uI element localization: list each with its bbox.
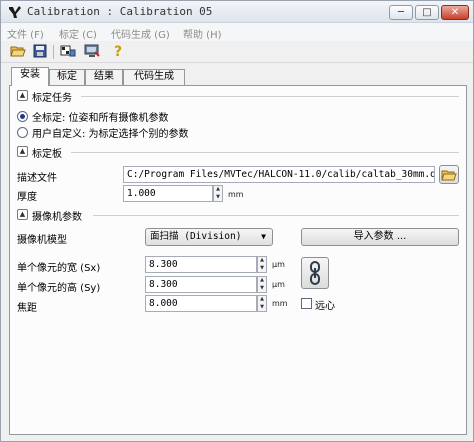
- thickness-unit: mm: [228, 190, 244, 199]
- task-collapse-icon[interactable]: ▲: [17, 90, 28, 101]
- camera-model-label: 摄像机模型: [17, 235, 67, 246]
- section-divider: [93, 215, 459, 216]
- window-title: Calibration : Calibration 05: [27, 5, 213, 18]
- task-section-title: 标定任务: [32, 93, 72, 104]
- close-button[interactable]: ✕: [441, 5, 469, 20]
- telecentric-label[interactable]: 远心: [315, 297, 335, 312]
- camera-model-dropdown[interactable]: 面扫描 (Division) ▼: [145, 228, 273, 246]
- tab-results[interactable]: 结果: [85, 69, 123, 85]
- user-defined-label[interactable]: 用户自定义: 为标定选择个别的参数: [32, 125, 189, 140]
- camera-section-title: 摄像机参数: [32, 212, 82, 223]
- import-parameters-button[interactable]: 导入参数 ...: [301, 228, 459, 246]
- focal-length-label: 焦距: [17, 303, 37, 314]
- calibrate-icon[interactable]: [59, 44, 77, 60]
- tab-calibration[interactable]: 标定: [49, 69, 85, 85]
- sy-field[interactable]: 8.300: [145, 276, 257, 293]
- chain-link-icon: [310, 261, 320, 285]
- menu-file[interactable]: 文件 (F): [7, 26, 44, 41]
- menu-bar: 文件 (F) 标定 (C) 代码生成 (G) 帮助 (H): [1, 23, 473, 41]
- description-file-field[interactable]: C:/Program Files/MVTec/HALCON-11.0/calib…: [123, 166, 435, 183]
- full-calibration-radio[interactable]: [17, 111, 28, 122]
- halcon-icon: [7, 4, 23, 20]
- open-folder-icon[interactable]: [9, 44, 27, 60]
- focal-length-spinner[interactable]: ▲ ▼: [257, 295, 267, 312]
- link-pixel-size-button[interactable]: [301, 257, 329, 289]
- maximize-button[interactable]: □: [415, 5, 439, 20]
- thickness-field[interactable]: 1.000: [123, 185, 213, 202]
- menu-code-generation[interactable]: 代码生成 (G): [111, 26, 170, 41]
- thickness-spinner[interactable]: ▲ ▼: [213, 185, 223, 202]
- spin-down-icon[interactable]: ▼: [258, 265, 266, 272]
- browse-folder-icon[interactable]: [439, 165, 459, 184]
- description-file-label: 描述文件: [17, 173, 57, 184]
- section-divider: [81, 96, 459, 97]
- calibration-window: Calibration : Calibration 05 ─ □ ✕ 文件 (F…: [0, 0, 474, 442]
- sy-spinner[interactable]: ▲ ▼: [257, 276, 267, 293]
- chevron-down-icon: ▼: [261, 232, 266, 241]
- full-calibration-label[interactable]: 全标定: 位姿和所有摄像机参数: [32, 109, 169, 124]
- spin-down-icon[interactable]: ▼: [258, 304, 266, 311]
- focal-length-unit: mm: [272, 299, 288, 308]
- camera-model-value: 面扫描 (Division): [150, 231, 242, 242]
- sx-spinner[interactable]: ▲ ▼: [257, 256, 267, 273]
- spin-down-icon[interactable]: ▼: [258, 285, 266, 292]
- sx-unit: μm: [272, 260, 285, 269]
- telecentric-checkbox[interactable]: [301, 298, 312, 309]
- tab-code-generation[interactable]: 代码生成: [123, 69, 185, 85]
- tab-setup[interactable]: 安装: [11, 67, 49, 86]
- sx-field[interactable]: 8.300: [145, 256, 257, 273]
- help-icon[interactable]: ?: [109, 44, 127, 60]
- sy-unit: μm: [272, 280, 285, 289]
- sy-label: 单个像元的高 (Sy): [17, 283, 101, 294]
- plate-section-title: 标定板: [32, 149, 62, 160]
- minimize-button[interactable]: ─: [389, 5, 413, 20]
- user-defined-radio[interactable]: [17, 127, 28, 138]
- spin-down-icon[interactable]: ▼: [214, 194, 222, 201]
- spin-up-icon[interactable]: ▲: [214, 186, 222, 193]
- spin-up-icon[interactable]: ▲: [258, 257, 266, 264]
- save-icon[interactable]: [31, 44, 49, 60]
- thickness-label: 厚度: [17, 192, 37, 203]
- sx-label: 单个像元的宽 (Sx): [17, 263, 101, 274]
- focal-length-field[interactable]: 8.000: [145, 295, 257, 312]
- display-icon[interactable]: [83, 44, 101, 60]
- menu-calibrate[interactable]: 标定 (C): [59, 26, 97, 41]
- menu-help[interactable]: 帮助 (H): [183, 26, 222, 41]
- camera-collapse-icon[interactable]: ▲: [17, 209, 28, 220]
- toolbar-separator: [53, 45, 54, 59]
- plate-collapse-icon[interactable]: ▲: [17, 146, 28, 157]
- section-divider: [71, 152, 459, 153]
- spin-up-icon[interactable]: ▲: [258, 296, 266, 303]
- toolbar: ?: [1, 41, 473, 63]
- title-bar[interactable]: Calibration : Calibration 05 ─ □ ✕: [1, 1, 473, 23]
- spin-up-icon[interactable]: ▲: [258, 277, 266, 284]
